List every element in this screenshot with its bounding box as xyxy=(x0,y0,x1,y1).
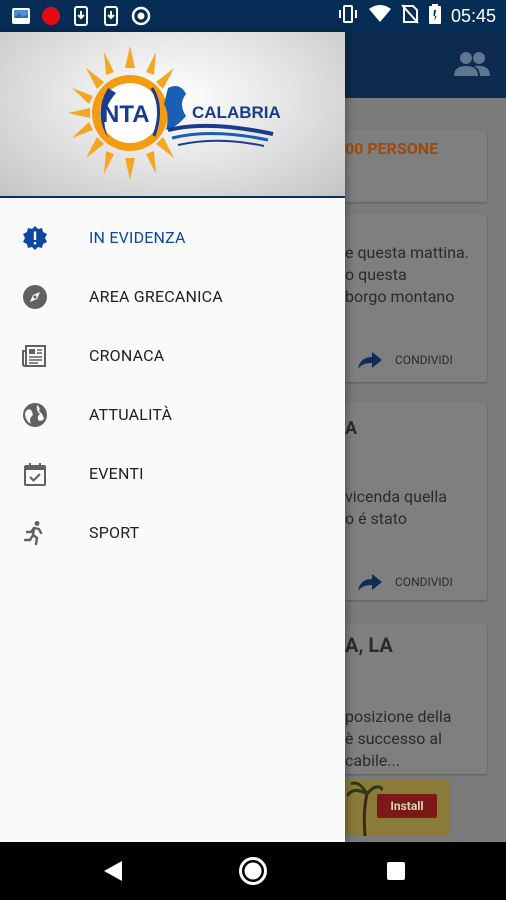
back-icon xyxy=(104,861,122,881)
system-navigation-bar xyxy=(0,842,506,900)
card-excerpt-line: cabile... xyxy=(345,751,400,770)
runner-icon xyxy=(22,520,48,546)
download-icon xyxy=(100,5,122,27)
share-icon xyxy=(358,574,382,591)
menu-item-area-grecanica[interactable]: AREA GRECANICA xyxy=(0,267,345,326)
home-button[interactable] xyxy=(238,856,268,886)
drawer-header: NTA CALABRIA xyxy=(0,32,345,198)
ad-banner[interactable]: Install xyxy=(345,780,450,836)
share-label: CONDIVIDI xyxy=(395,575,453,589)
recents-button[interactable] xyxy=(381,856,411,886)
menu-item-in-evidenza[interactable]: IN EVIDENZA xyxy=(0,208,345,267)
menu-item-label: AREA GRECANICA xyxy=(89,287,223,306)
news-card[interactable]: A vicenda quella o é stato CONDIVIDI xyxy=(345,402,487,600)
menu-item-eventi[interactable]: EVENTI xyxy=(0,444,345,503)
card-title: 00 PERSONE xyxy=(345,139,439,158)
card-excerpt-line: vicenda quella xyxy=(345,487,447,506)
globe-icon xyxy=(22,402,48,428)
share-button[interactable]: CONDIVIDI xyxy=(357,572,453,592)
logo-text-right: CALABRIA xyxy=(192,103,281,122)
menu-item-label: SPORT xyxy=(89,523,140,542)
drawer-menu: IN EVIDENZA AREA GRECANICA CRONACA ATTUA… xyxy=(0,208,345,562)
clock: 05:45 xyxy=(450,5,496,26)
menu-item-label: IN EVIDENZA xyxy=(89,228,186,247)
card-excerpt-line: o questa xyxy=(345,265,407,284)
no-sim-icon xyxy=(401,4,419,28)
badge-alert-icon xyxy=(22,225,48,251)
card-title: A, LA xyxy=(345,633,393,657)
menu-item-cronaca[interactable]: CRONACA xyxy=(0,326,345,385)
card-excerpt-line: o é stato xyxy=(345,509,407,528)
newspaper-icon xyxy=(22,343,48,369)
compass-icon xyxy=(22,284,48,310)
download-icon xyxy=(70,5,92,27)
share-button[interactable]: CONDIVIDI xyxy=(357,350,453,370)
card-excerpt-line: è successo al xyxy=(345,729,442,748)
record-icon xyxy=(40,5,62,27)
share-icon xyxy=(358,352,382,369)
navigation-drawer: NTA CALABRIA IN EVIDENZA AREA GRECANICA … xyxy=(0,32,345,842)
news-card[interactable]: e questa mattina. o questa borgo montano… xyxy=(345,214,487,382)
home-icon xyxy=(239,857,267,885)
app-logo: NTA CALABRIA xyxy=(68,46,281,180)
recents-icon xyxy=(387,862,405,880)
photo-icon xyxy=(10,5,32,27)
news-card[interactable]: 00 PERSONE xyxy=(345,130,487,202)
vibrate-icon xyxy=(337,4,359,28)
menu-item-sport[interactable]: SPORT xyxy=(0,503,345,562)
install-button[interactable]: Install xyxy=(377,794,437,818)
menu-item-label: EVENTI xyxy=(89,464,144,483)
people-icon[interactable] xyxy=(454,50,490,82)
back-button[interactable] xyxy=(98,856,128,886)
menu-item-label: ATTUALITÀ xyxy=(89,405,173,424)
system-indicators: 05:45 xyxy=(337,4,496,28)
calendar-check-icon xyxy=(22,461,48,487)
status-bar: 05:45 xyxy=(0,0,506,32)
share-label: CONDIVIDI xyxy=(395,353,453,367)
logo-text-left: NTA xyxy=(102,101,150,128)
card-title: A xyxy=(345,418,358,439)
card-excerpt-line: borgo montano xyxy=(345,287,455,306)
news-card[interactable]: A, LA posizione della è successo al cabi… xyxy=(345,624,487,774)
menu-item-attualita[interactable]: ATTUALITÀ xyxy=(0,385,345,444)
card-excerpt-line: posizione della xyxy=(345,707,452,726)
card-excerpt-line: e questa mattina. xyxy=(345,243,469,262)
notification-icons xyxy=(10,5,152,27)
menu-item-label: CRONACA xyxy=(89,346,165,365)
sync-icon xyxy=(130,5,152,27)
wifi-icon xyxy=(368,5,391,27)
battery-icon xyxy=(428,4,441,28)
